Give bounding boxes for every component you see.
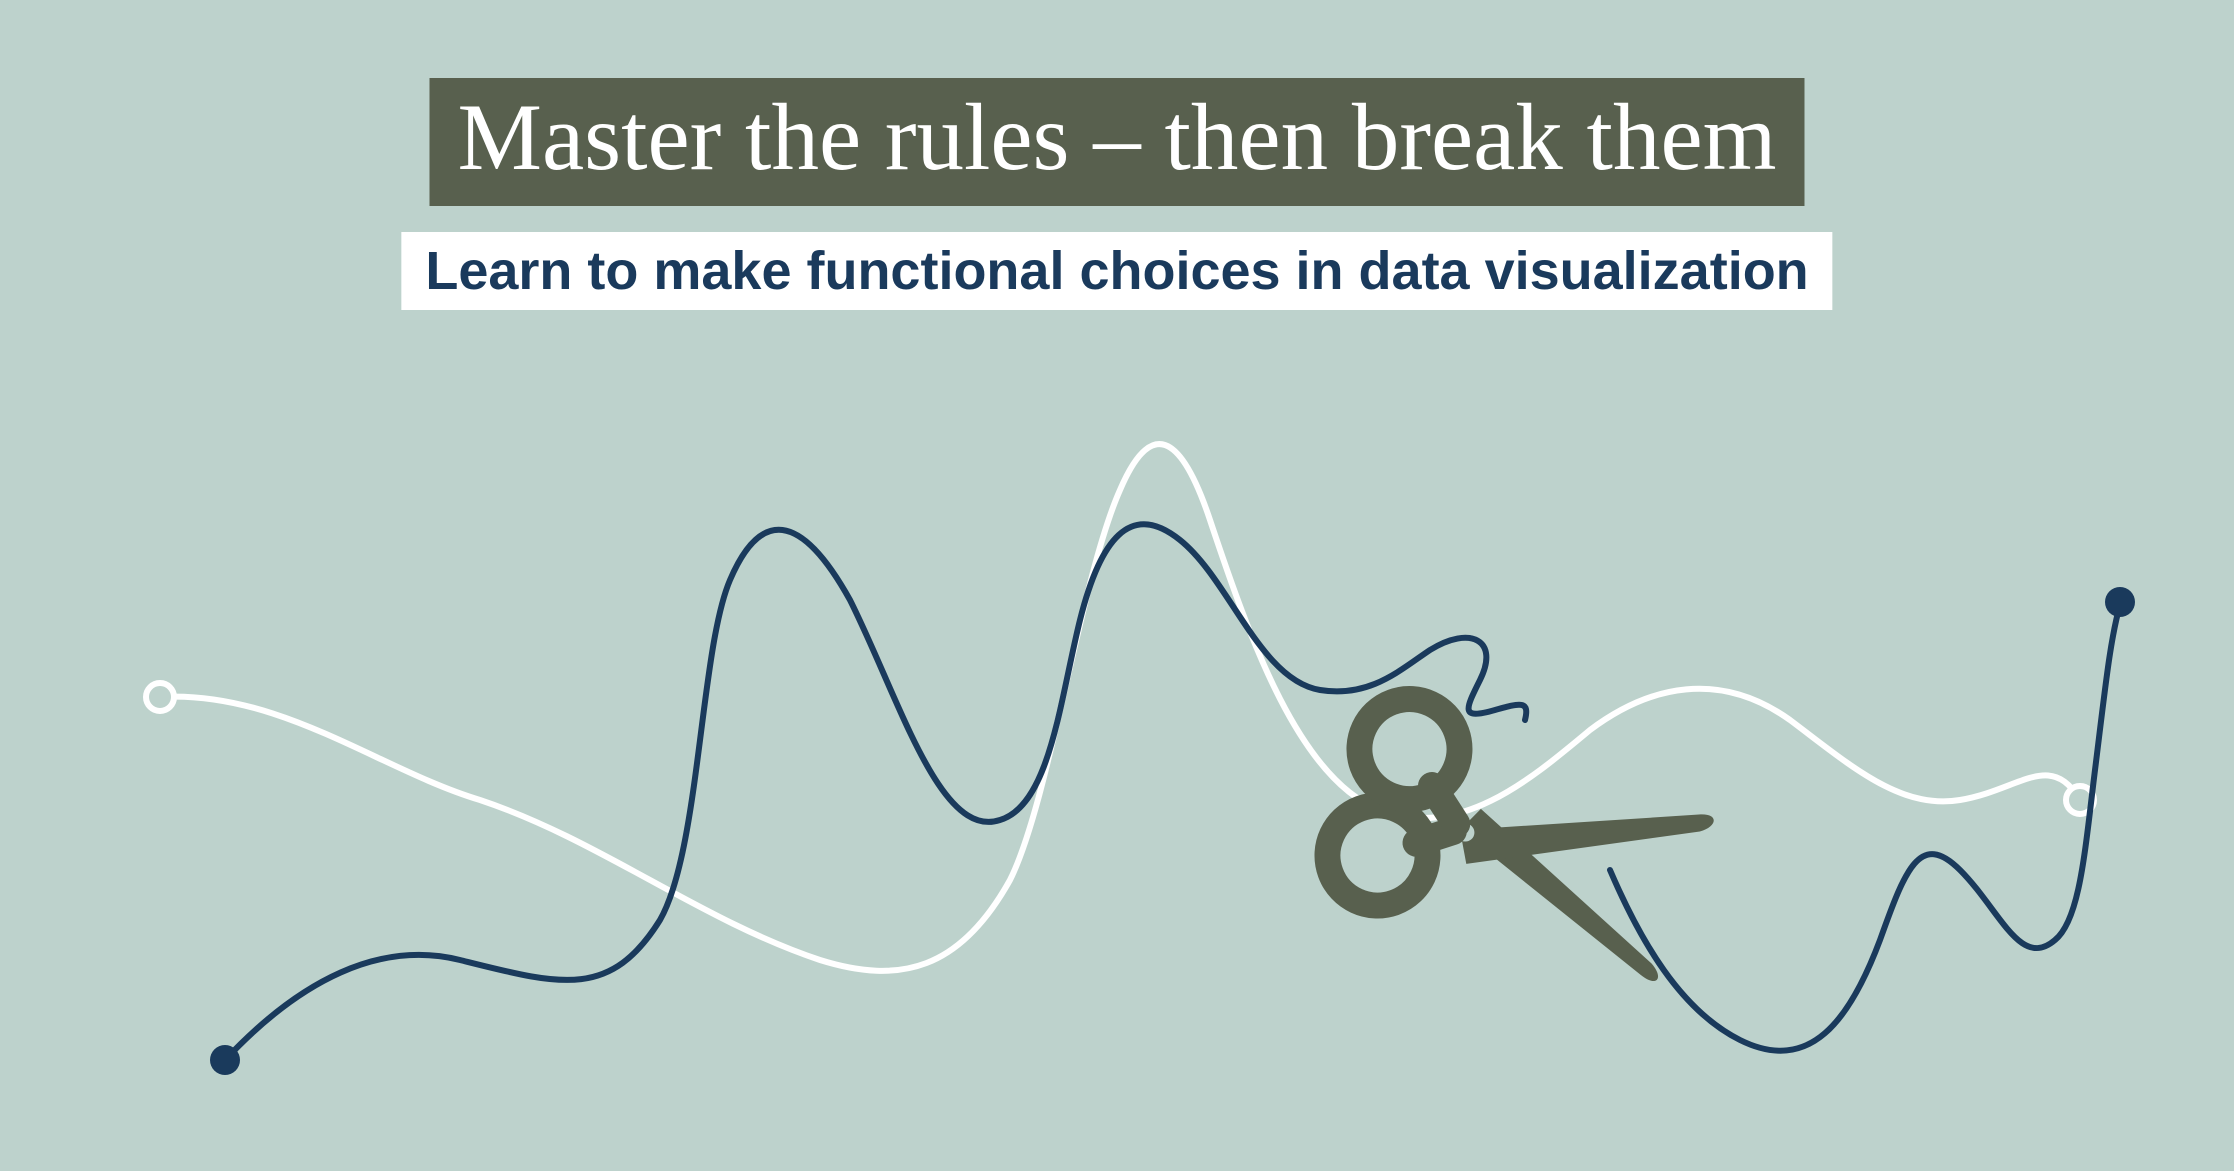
page-subtitle: Learn to make functional choices in data…: [401, 232, 1832, 310]
page-title: Master the rules – then break them: [429, 78, 1804, 206]
